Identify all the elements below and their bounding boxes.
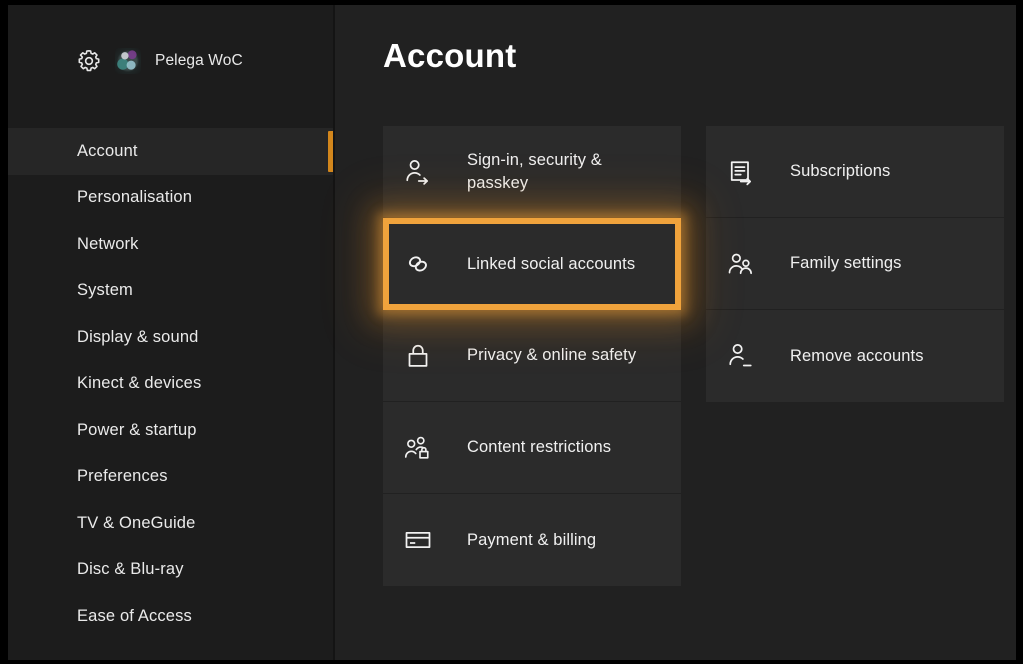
tile-remove-accounts[interactable]: Remove accounts: [706, 310, 1004, 402]
sidebar-item-label: Ease of Access: [77, 606, 192, 625]
console-ui-frame: Pelega WoC Account Personalisation Netwo…: [8, 5, 1016, 660]
tile-payment-billing[interactable]: Payment & billing: [383, 494, 681, 586]
sidebar-item-label: Power & startup: [77, 420, 197, 439]
gear-icon: [76, 48, 102, 74]
sidebar-item-disc-bluray[interactable]: Disc & Blu-ray: [8, 547, 333, 594]
gamertag-label: Pelega WoC: [155, 52, 243, 69]
avatar: [115, 48, 141, 74]
tile-label: Family settings: [790, 254, 902, 273]
sidebar: Pelega WoC Account Personalisation Netwo…: [8, 5, 335, 660]
sidebar-item-display-sound[interactable]: Display & sound: [8, 314, 333, 361]
person-minus-icon: [724, 339, 758, 373]
sidebar-item-label: TV & OneGuide: [77, 513, 196, 532]
sidebar-item-power-startup[interactable]: Power & startup: [8, 407, 333, 454]
sidebar-item-network[interactable]: Network: [8, 221, 333, 268]
tile-content-restrictions[interactable]: Content restrictions: [383, 402, 681, 494]
tile-label: Payment & billing: [467, 530, 597, 549]
sidebar-item-personalisation[interactable]: Personalisation: [8, 175, 333, 222]
link-icon: [401, 247, 435, 281]
people-icon: [724, 247, 758, 281]
tile-family-settings[interactable]: Family settings: [706, 218, 1004, 310]
sidebar-item-preferences[interactable]: Preferences: [8, 454, 333, 501]
tile-subscriptions[interactable]: Subscriptions: [706, 126, 1004, 218]
sidebar-item-label: Personalisation: [77, 188, 193, 207]
sidebar-item-account[interactable]: Account: [8, 128, 335, 175]
sidebar-item-label: Account: [77, 141, 138, 160]
profile-header[interactable]: Pelega WoC: [8, 39, 333, 83]
credit-card-icon: [401, 523, 435, 557]
tile-linked-social-accounts[interactable]: Linked social accounts: [383, 218, 681, 310]
xbox-settings-screen: Pelega WoC Account Personalisation Netwo…: [0, 0, 1023, 664]
tile-column-right: Subscriptions Family settings Remove acc…: [706, 126, 1004, 402]
sidebar-item-label: System: [77, 281, 133, 300]
sidebar-item-label: Network: [77, 234, 139, 253]
main-content: Account Sign-in, security & passkey Link…: [335, 5, 1016, 660]
sidebar-item-label: Preferences: [77, 467, 168, 486]
tile-label: Linked social accounts: [467, 254, 636, 273]
tile-label: Remove accounts: [790, 346, 924, 365]
sidebar-item-tv-oneguide[interactable]: TV & OneGuide: [8, 500, 333, 547]
sidebar-item-label: Disc & Blu-ray: [77, 560, 184, 579]
sidebar-item-label: Display & sound: [77, 327, 199, 346]
tile-label: Privacy & online safety: [467, 346, 637, 365]
person-arrow-icon: [401, 155, 435, 189]
tile-label: Sign-in, security & passkey: [467, 151, 602, 192]
sidebar-item-ease-of-access[interactable]: Ease of Access: [8, 593, 333, 640]
tile-label: Subscriptions: [790, 162, 891, 181]
document-arrow-icon: [724, 155, 758, 189]
sidebar-item-kinect-devices[interactable]: Kinect & devices: [8, 361, 333, 408]
people-lock-icon: [401, 431, 435, 465]
tile-sign-in-security-passkey[interactable]: Sign-in, security & passkey: [383, 126, 681, 218]
sidebar-item-label: Kinect & devices: [77, 374, 202, 393]
tile-label: Content restrictions: [467, 438, 612, 457]
page-title: Account: [383, 37, 517, 74]
tile-privacy-online-safety[interactable]: Privacy & online safety: [383, 310, 681, 402]
settings-nav: Account Personalisation Network System D…: [8, 128, 335, 640]
tile-column-left: Sign-in, security & passkey Linked socia…: [383, 126, 681, 586]
lock-icon: [401, 339, 435, 373]
sidebar-item-system[interactable]: System: [8, 268, 333, 315]
